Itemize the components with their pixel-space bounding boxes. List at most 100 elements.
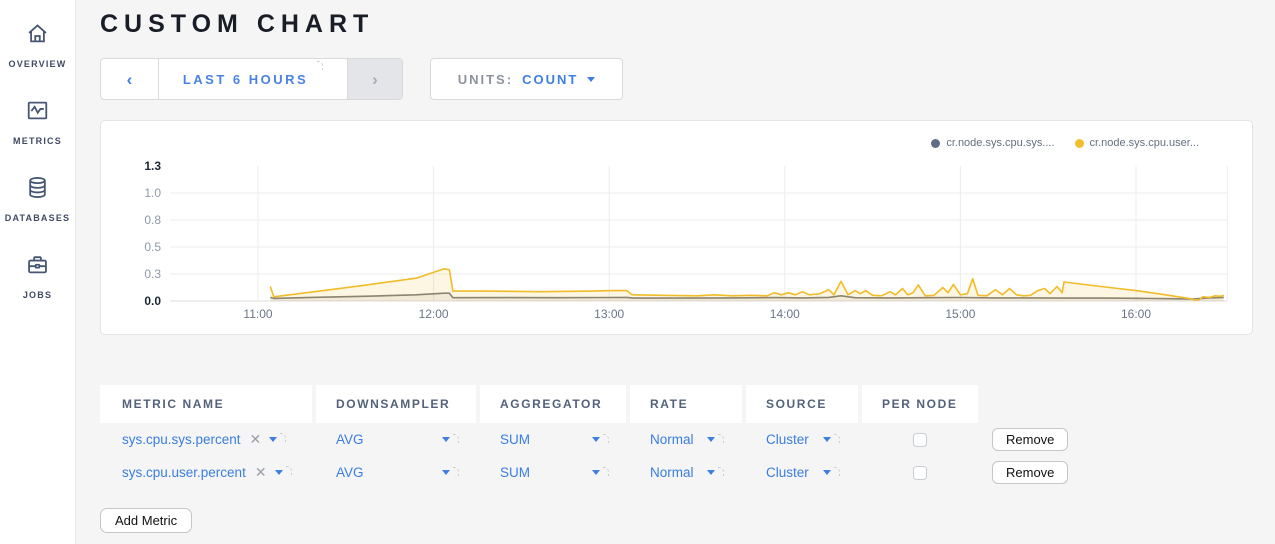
- time-window-selector: ‹ LAST 6 HOURS ›: [100, 58, 403, 100]
- legend-item-user[interactable]: cr.node.sys.cpu.user...: [1075, 137, 1199, 149]
- custom-chart-svg: 0.00.30.50.81.01.311:0012:0013:0014:0015…: [101, 121, 1254, 336]
- dropdown-corner-mark: [453, 434, 459, 443]
- sidebar-label: DATABASES: [5, 213, 70, 223]
- per-node-cell: [862, 466, 978, 480]
- sidebar-label: OVERVIEW: [9, 59, 67, 69]
- svg-text:14:00: 14:00: [770, 307, 800, 321]
- chevron-down-icon: [269, 437, 277, 442]
- downsampler-select[interactable]: AVG: [316, 465, 476, 480]
- sidebar-label: METRICS: [13, 136, 62, 146]
- chevron-down-icon: [707, 437, 715, 442]
- legend-label: cr.node.sys.cpu.sys....: [946, 137, 1054, 149]
- dropdown-corner-mark: [286, 466, 292, 475]
- units-label: UNITS:: [458, 72, 513, 87]
- remove-button[interactable]: Remove: [992, 428, 1068, 451]
- column-header-downsampler: DOWNSAMPLER: [316, 385, 476, 423]
- metric-name-cell[interactable]: sys.cpu.sys.percent ✕: [100, 431, 312, 448]
- sidebar-item-overview[interactable]: OVERVIEW: [9, 20, 67, 69]
- main-content: CUSTOM CHART ‹ LAST 6 HOURS › UNITS: COU…: [76, 0, 1275, 544]
- column-header-actions: [982, 385, 1092, 423]
- svg-text:1.0: 1.0: [144, 186, 161, 200]
- chevron-down-icon: [823, 437, 831, 442]
- sidebar-label: JOBS: [23, 290, 52, 300]
- column-header-rate: RATE: [630, 385, 742, 423]
- clear-metric-icon[interactable]: ✕: [250, 431, 262, 448]
- sidebar-item-jobs[interactable]: JOBS: [23, 251, 52, 300]
- chevron-down-icon: [442, 470, 450, 475]
- sidebar-item-databases[interactable]: DATABASES: [5, 174, 70, 223]
- metric-name-value: sys.cpu.sys.percent: [122, 432, 241, 447]
- legend-item-sys[interactable]: cr.node.sys.cpu.sys....: [931, 137, 1054, 149]
- dropdown-corner-mark: [603, 467, 609, 476]
- custom-chart-card: cr.node.sys.cpu.sys.... cr.node.sys.cpu.…: [100, 120, 1253, 335]
- metrics-table-header: METRIC NAME DOWNSAMPLER AGGREGATOR RATE …: [100, 385, 1275, 423]
- time-window-prev-button[interactable]: ‹: [101, 59, 159, 99]
- svg-text:0.5: 0.5: [144, 240, 161, 254]
- databases-icon: [24, 174, 51, 206]
- chevron-right-icon: ›: [372, 71, 378, 88]
- chevron-down-icon: [587, 77, 595, 82]
- page-title: CUSTOM CHART: [100, 10, 1275, 39]
- units-dropdown[interactable]: UNITS: COUNT: [430, 58, 623, 100]
- units-value: COUNT: [522, 72, 578, 87]
- rate-select[interactable]: Normal: [630, 432, 742, 447]
- aggregator-select[interactable]: SUM: [480, 465, 626, 480]
- series-dot-icon: [1075, 139, 1084, 148]
- metric-name-value: sys.cpu.user.percent: [122, 465, 246, 480]
- per-node-checkbox[interactable]: [913, 433, 927, 447]
- chevron-down-icon: [592, 470, 600, 475]
- chart-legend: cr.node.sys.cpu.sys.... cr.node.sys.cpu.…: [931, 137, 1199, 149]
- home-icon: [24, 20, 51, 52]
- per-node-cell: [862, 433, 978, 447]
- dropdown-corner-mark: [834, 467, 840, 476]
- column-header-aggregator: AGGREGATOR: [480, 385, 626, 423]
- dropdown-corner-mark: [280, 433, 286, 442]
- table-row: sys.cpu.sys.percent ✕ AVG SUM Normal: [100, 423, 1275, 456]
- dropdown-corner-mark: [718, 467, 724, 476]
- remove-button[interactable]: Remove: [992, 461, 1068, 484]
- chevron-down-icon: [707, 470, 715, 475]
- metrics-icon: [24, 97, 51, 129]
- series-dot-icon: [931, 139, 940, 148]
- chevron-down-icon: [823, 470, 831, 475]
- downsampler-select[interactable]: AVG: [316, 432, 476, 447]
- column-header-metric-name: METRIC NAME: [100, 385, 312, 423]
- column-header-source: SOURCE: [746, 385, 858, 423]
- svg-text:0.0: 0.0: [144, 294, 161, 308]
- dropdown-corner-mark: [834, 434, 840, 443]
- chevron-left-icon: ‹: [127, 71, 133, 88]
- actions-cell: Remove: [982, 461, 1092, 484]
- chevron-down-icon: [275, 470, 283, 475]
- svg-text:15:00: 15:00: [945, 307, 975, 321]
- svg-text:1.3: 1.3: [144, 159, 161, 173]
- clear-metric-icon[interactable]: ✕: [255, 464, 267, 481]
- dropdown-corner-mark: [317, 61, 323, 70]
- svg-text:0.8: 0.8: [144, 213, 161, 227]
- time-window-dropdown[interactable]: LAST 6 HOURS: [159, 59, 347, 99]
- dropdown-corner-mark: [453, 467, 459, 476]
- add-metric-button[interactable]: Add Metric: [100, 508, 192, 533]
- table-row: sys.cpu.user.percent ✕ AVG SUM Normal: [100, 456, 1275, 489]
- chevron-down-icon: [592, 437, 600, 442]
- svg-text:16:00: 16:00: [1121, 307, 1151, 321]
- source-select[interactable]: Cluster: [746, 432, 858, 447]
- sidebar: OVERVIEW METRICS DATABASES JOBS: [0, 0, 76, 544]
- metric-name-cell[interactable]: sys.cpu.user.percent ✕: [100, 464, 312, 481]
- svg-text:12:00: 12:00: [419, 307, 449, 321]
- metrics-table: METRIC NAME DOWNSAMPLER AGGREGATOR RATE …: [100, 385, 1275, 533]
- time-window-label: LAST 6 HOURS: [183, 72, 308, 87]
- source-select[interactable]: Cluster: [746, 465, 858, 480]
- svg-text:11:00: 11:00: [243, 307, 272, 321]
- per-node-checkbox[interactable]: [913, 466, 927, 480]
- rate-select[interactable]: Normal: [630, 465, 742, 480]
- dropdown-corner-mark: [718, 434, 724, 443]
- sidebar-item-metrics[interactable]: METRICS: [13, 97, 62, 146]
- chart-controls: ‹ LAST 6 HOURS › UNITS: COUNT: [100, 58, 1275, 100]
- actions-cell: Remove: [982, 428, 1092, 451]
- svg-text:0.3: 0.3: [144, 267, 161, 281]
- legend-label: cr.node.sys.cpu.user...: [1090, 137, 1199, 149]
- dropdown-corner-mark: [603, 434, 609, 443]
- time-window-next-button[interactable]: ›: [347, 59, 402, 99]
- aggregator-select[interactable]: SUM: [480, 432, 626, 447]
- column-header-per-node: PER NODE: [862, 385, 978, 423]
